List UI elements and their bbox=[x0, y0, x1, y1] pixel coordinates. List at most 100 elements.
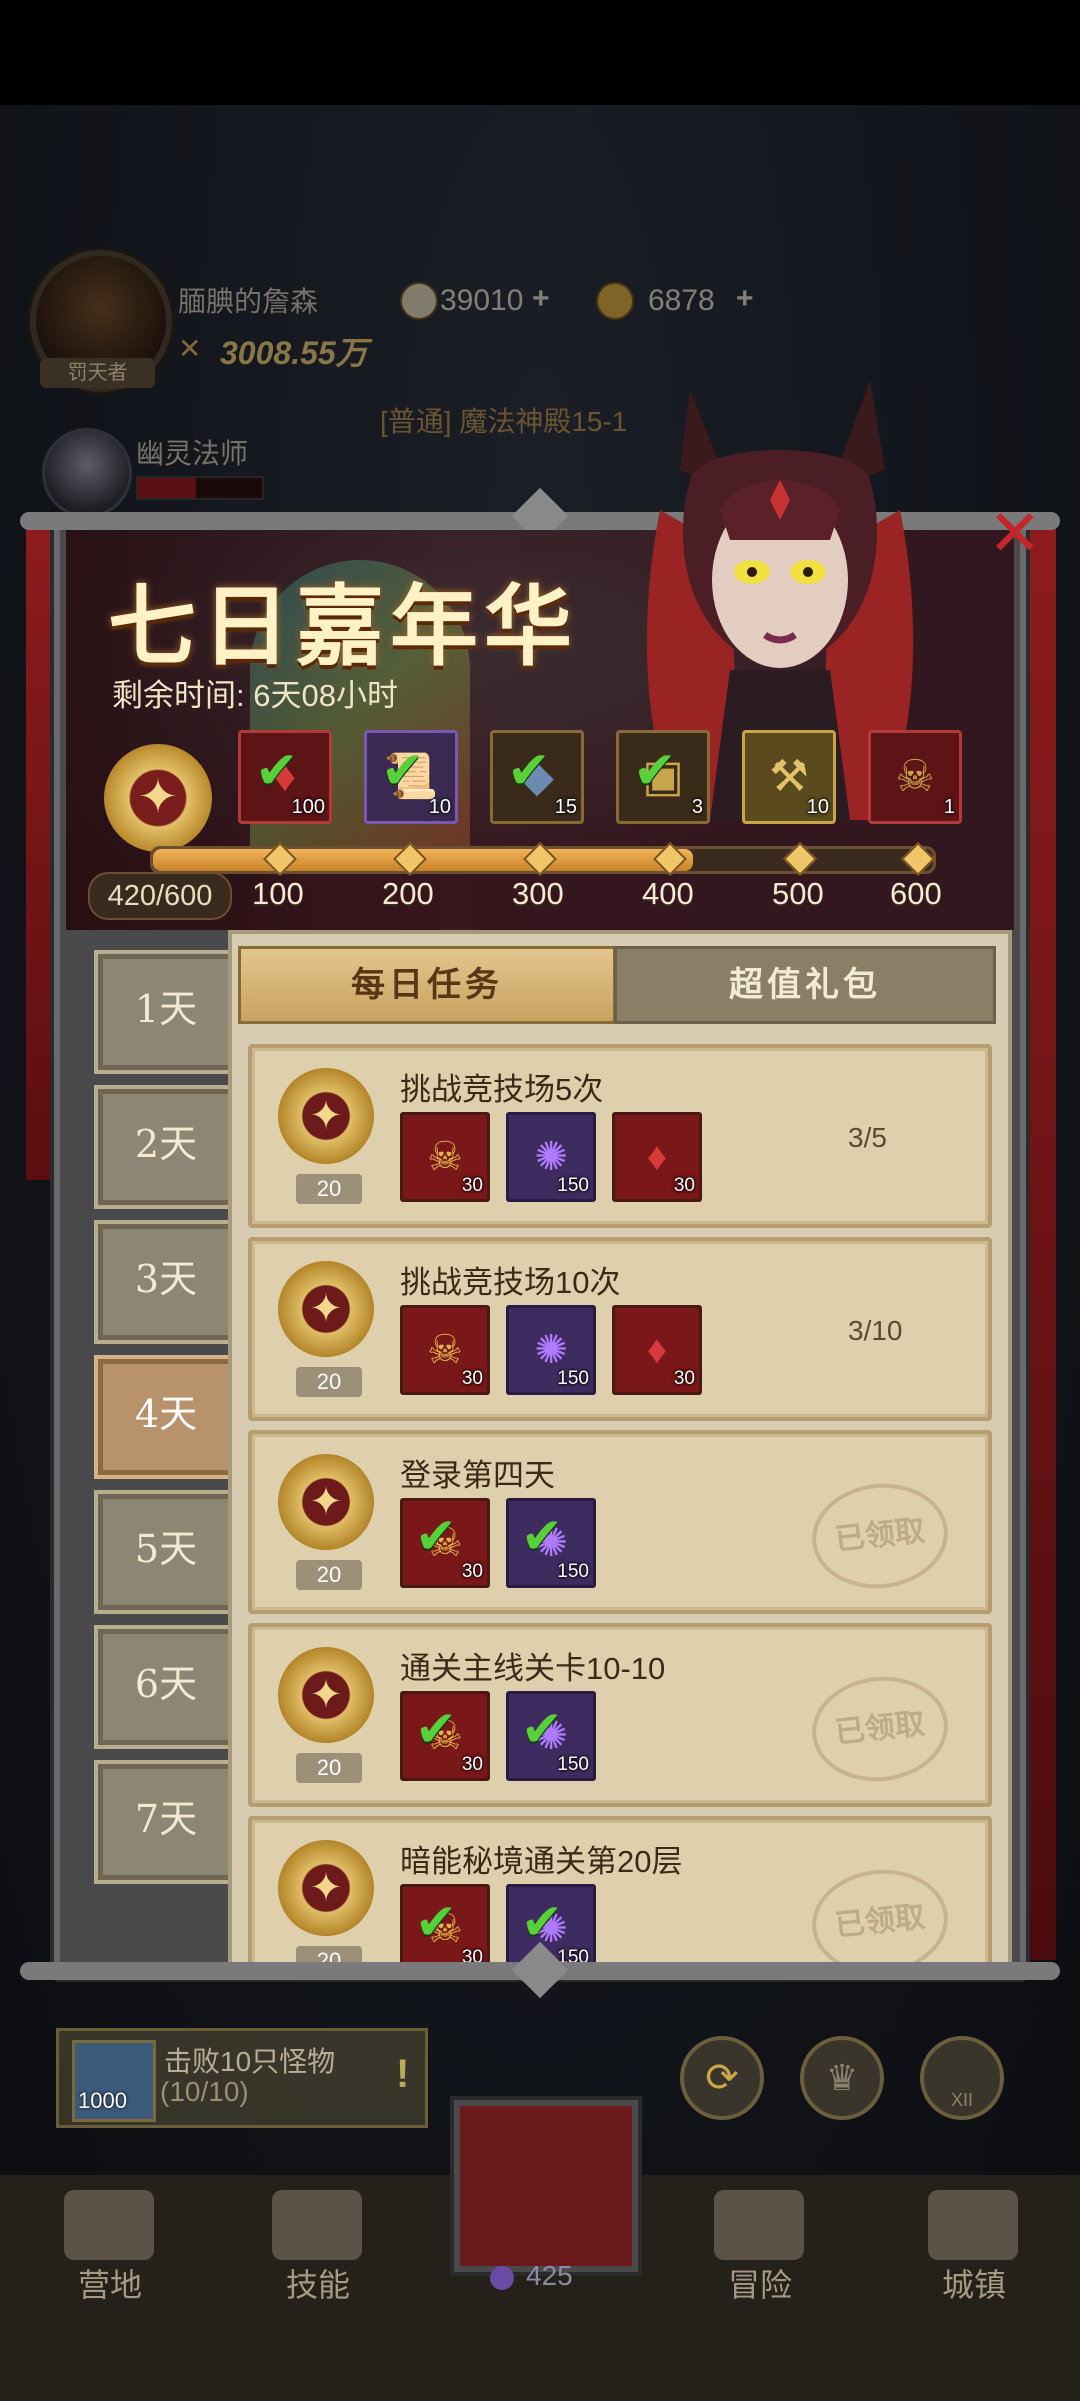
task-card[interactable]: ✦ 20 暗能秘境通关第20层 ☠ ✔ 30 ✺ ✔ 150 已领取 bbox=[248, 1816, 992, 1964]
task-points: 20 bbox=[296, 1753, 362, 1783]
claimed-check-icon: ✔ bbox=[255, 742, 299, 800]
task-card[interactable]: ✦ 20 通关主线关卡10-10 ☠ ✔ 30 ✺ ✔ 150 已领取 bbox=[248, 1623, 992, 1807]
reward-count: 30 bbox=[461, 1175, 483, 1196]
reward-arena-coin[interactable]: ☠ 30 bbox=[400, 1305, 490, 1395]
nav-camp[interactable]: 营地 bbox=[40, 2260, 180, 2306]
reward-count: 10 bbox=[428, 796, 451, 818]
reward-purple-flame[interactable]: ✺ ✔ 150 bbox=[506, 1498, 596, 1588]
task-title: 暗能秘境通关第20层 bbox=[400, 1844, 683, 1879]
guild-button[interactable]: XII bbox=[920, 2036, 1004, 2120]
curtain-right bbox=[1022, 520, 1056, 1960]
nav-skills[interactable]: 技能 bbox=[248, 2260, 388, 2306]
reward-purple-flame[interactable]: ✺ 150 bbox=[506, 1305, 596, 1395]
camp-icon bbox=[64, 2190, 154, 2260]
day-tab-6[interactable]: 6天 bbox=[94, 1625, 238, 1749]
crown-button[interactable]: ♛ bbox=[800, 2036, 884, 2120]
quest-description: 击败10只怪物 bbox=[164, 2046, 336, 2077]
tab-value-pack[interactable]: 超值礼包 bbox=[614, 946, 996, 1024]
points-medal-icon: ✦ bbox=[278, 1647, 374, 1743]
day-tab-4[interactable]: 4天 bbox=[94, 1355, 238, 1479]
reward-red-crystal[interactable]: ♦ 30 bbox=[612, 1112, 702, 1202]
milestone-label: 100 bbox=[252, 876, 304, 911]
reward-count: 1 bbox=[943, 796, 955, 818]
reward-count: 150 bbox=[557, 1175, 589, 1196]
task-card[interactable]: ✦ 20 挑战竞技场10次 ☠ 30 ✺ 150 ♦ 30 3/10 bbox=[248, 1237, 992, 1421]
reward-count: 15 bbox=[554, 796, 577, 818]
reward-arena-coin[interactable]: ☠ ✔ 30 bbox=[400, 1884, 490, 1964]
nav-adventure[interactable]: 冒险 bbox=[690, 2260, 830, 2306]
claimed-stamp: 已领取 bbox=[806, 1477, 954, 1595]
event-timer: 剩余时间: 6天08小时 bbox=[112, 678, 398, 713]
reward-count: 30 bbox=[673, 1175, 695, 1196]
points-medal-icon: ✦ bbox=[278, 1840, 374, 1936]
adventure-icon bbox=[714, 2190, 804, 2260]
task-progress: 3/5 bbox=[848, 1122, 887, 1153]
day-tab-7[interactable]: 7天 bbox=[94, 1760, 238, 1884]
task-title: 通关主线关卡10-10 bbox=[400, 1651, 666, 1686]
points-medal-icon: ✦ bbox=[278, 1261, 374, 1357]
claimed-check-icon: ✔ bbox=[381, 742, 425, 800]
task-card[interactable]: ✦ 20 登录第四天 ☠ ✔ 30 ✺ ✔ 150 已领取 bbox=[248, 1430, 992, 1614]
claimed-check-icon: ✔ bbox=[415, 1508, 457, 1564]
milestone-label: 300 bbox=[512, 876, 564, 911]
center-summon-card[interactable] bbox=[454, 2100, 638, 2272]
claimed-check-icon: ✔ bbox=[415, 1894, 457, 1950]
reward-red-crystal[interactable]: ♦ 30 bbox=[612, 1305, 702, 1395]
task-points: 20 bbox=[296, 1560, 362, 1590]
milestone-label: 400 bbox=[642, 876, 694, 911]
points-medal-icon: ✦ bbox=[278, 1454, 374, 1550]
reward-count: 30 bbox=[461, 1754, 483, 1775]
claimed-check-icon: ✔ bbox=[415, 1701, 457, 1757]
reward-purple-flame[interactable]: ✺ ✔ 150 bbox=[506, 1691, 596, 1781]
points-medal-icon: ✦ bbox=[278, 1068, 374, 1164]
day-tab-1[interactable]: 1天 bbox=[94, 950, 238, 1074]
reward-count: 10 bbox=[806, 796, 829, 818]
auto-battle-button[interactable]: ⟳ bbox=[680, 2036, 764, 2120]
reward-arena-coin[interactable]: ☠ ✔ 30 bbox=[400, 1691, 490, 1781]
task-points: 20 bbox=[296, 1174, 362, 1204]
claimed-stamp: 已领取 bbox=[806, 1670, 954, 1788]
milestone-reward-red-crystal[interactable]: ♦ ✔ 100 bbox=[238, 730, 332, 824]
event-title: 七日嘉年华 bbox=[108, 577, 579, 676]
reward-count: 30 bbox=[461, 1561, 483, 1582]
task-title: 挑战竞技场5次 bbox=[400, 1072, 604, 1107]
guild-level-badge: XII bbox=[950, 2090, 973, 2110]
skills-icon bbox=[272, 2190, 362, 2260]
reward-arena-coin[interactable]: ☠ 30 bbox=[400, 1112, 490, 1202]
center-count: 425 bbox=[526, 2260, 573, 2291]
quest-progress: (10/10) bbox=[160, 2076, 249, 2107]
reward-count: 3 bbox=[691, 796, 703, 818]
milestone-label: 500 bbox=[772, 876, 824, 911]
claimed-check-icon: ✔ bbox=[633, 742, 677, 800]
soul-orb-icon bbox=[490, 2266, 514, 2290]
nav-town[interactable]: 城镇 bbox=[904, 2260, 1044, 2306]
task-progress: 3/10 bbox=[848, 1315, 903, 1346]
claimed-check-icon: ✔ bbox=[521, 1508, 563, 1564]
day-tab-2[interactable]: 2天 bbox=[94, 1085, 238, 1209]
task-title: 登录第四天 bbox=[400, 1458, 555, 1493]
day-tab-5[interactable]: 5天 bbox=[94, 1490, 238, 1614]
milestone-reward-scroll[interactable]: 📜 ✔ 10 bbox=[364, 730, 458, 824]
reward-arena-coin[interactable]: ☠ ✔ 30 bbox=[400, 1498, 490, 1588]
status-bar-area bbox=[0, 0, 1080, 105]
reward-count: 30 bbox=[461, 1368, 483, 1389]
task-list[interactable]: ✦ 20 挑战竞技场5次 ☠ 30 ✺ 150 ♦ 30 3/5 ✦ 20 挑战… bbox=[244, 1030, 996, 1964]
reward-purple-flame[interactable]: ✺ 150 bbox=[506, 1112, 596, 1202]
points-progress-text: 420/600 bbox=[88, 872, 232, 920]
quest-alert-icon: ! bbox=[396, 2052, 410, 2096]
reward-count: 100 bbox=[291, 796, 325, 818]
points-medal-icon: ✦ bbox=[104, 744, 212, 852]
milestone-reward-gold-chest[interactable]: ▣ ✔ 3 bbox=[616, 730, 710, 824]
task-card[interactable]: ✦ 20 挑战竞技场5次 ☠ 30 ✺ 150 ♦ 30 3/5 bbox=[248, 1044, 992, 1228]
day-tab-3[interactable]: 3天 bbox=[94, 1220, 238, 1344]
milestone-reward-blue-stone[interactable]: ◆ ✔ 15 bbox=[490, 730, 584, 824]
milestone-reward-hammer[interactable]: ⚒ 10 bbox=[742, 730, 836, 824]
task-points: 20 bbox=[296, 1367, 362, 1397]
town-icon bbox=[928, 2190, 1018, 2260]
close-button[interactable]: ✕ bbox=[988, 496, 1042, 571]
quest-reward-count: 1000 bbox=[78, 2088, 127, 2113]
claimed-stamp: 已领取 bbox=[806, 1863, 954, 1964]
crown-icon: ♛ bbox=[825, 2057, 859, 2098]
tab-daily-tasks[interactable]: 每日任务 bbox=[238, 946, 616, 1024]
milestone-reward-treasure-chest[interactable]: ☠ 1 bbox=[868, 730, 962, 824]
